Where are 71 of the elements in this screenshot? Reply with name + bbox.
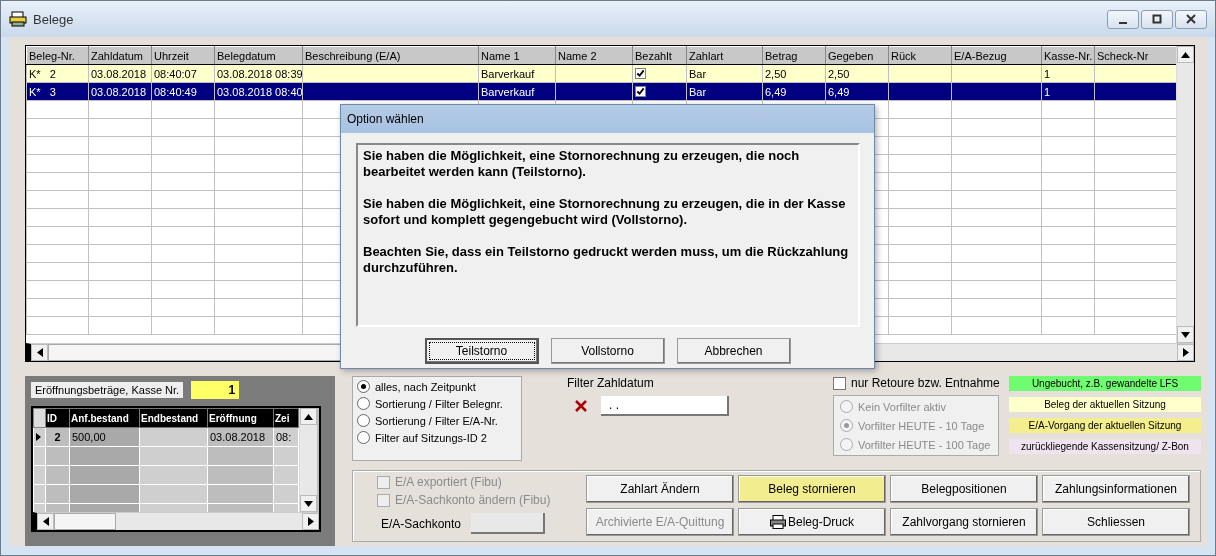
date-filter-label: Filter Zahldatum	[567, 376, 655, 390]
dialog-title: Option wählen	[347, 112, 424, 126]
table-cell: 03.08.2018 08:39	[217, 67, 302, 80]
column-header[interactable]: Zei	[273, 408, 299, 428]
retoure-checkbox[interactable]: nur Retoure bzw. Entnahme	[833, 376, 1009, 390]
table-cell: K* 3	[29, 85, 56, 98]
table-cell: K* 2	[29, 67, 56, 80]
table-cell: 08:	[276, 431, 292, 443]
table-cell: 03.08.2018	[210, 431, 266, 443]
radio-option[interactable]: alles, nach Zeitpunkt	[357, 380, 517, 393]
legend-label: Beleg der aktuellen Sitzung	[1009, 397, 1201, 412]
radio-option[interactable]: Sortierung / Filter Belegnr.	[357, 397, 517, 410]
column-header[interactable]: Belegdatum	[214, 46, 303, 65]
table-cell: 2,50	[765, 67, 787, 80]
table-cell: 03.08.2018 08:40	[217, 85, 302, 98]
radio-option[interactable]: Filter auf Sitzungs-ID 2	[357, 431, 517, 444]
message-text: Beachten Sie, dass ein Teilstorno gedruckt werden muss, um die Rückzahlung durchzuführen.	[363, 244, 850, 276]
dialog-button[interactable]: Teilstorno	[424, 338, 539, 364]
table-cell: 08:40:49	[154, 85, 197, 98]
action-button[interactable]: Zahlvorgang stornieren	[890, 508, 1038, 536]
column-header[interactable]: Endbestand	[139, 408, 208, 428]
window-title: Belege	[33, 11, 74, 27]
table-cell: 03.08.2018	[91, 67, 147, 80]
register-number: 1	[191, 381, 240, 399]
column-header[interactable]: Kasse-Nr.	[1041, 46, 1095, 65]
table-cell: Bar	[689, 67, 707, 80]
table-cell: Barverkauf	[481, 85, 535, 98]
dialog-button[interactable]: Abbrechen	[676, 338, 791, 364]
column-header[interactable]: Name 1	[478, 46, 556, 65]
column-header[interactable]: Name 2	[555, 46, 633, 65]
table-cell: 2	[54, 431, 61, 443]
table-cell: 03.08.2018	[91, 85, 147, 98]
date-field[interactable]: . .	[601, 396, 729, 416]
table-cell: Barverkauf	[481, 67, 535, 80]
message-text: Sie haben die Möglichkeit, eine Stornorechnung zu erzeugen, die noch bearbeitet werden kann (Teilstorno).	[363, 148, 801, 180]
message-text: Sie haben die Möglichkeit, eine Stornorechnung zu erzeugen, die in der Kasse sofort und komplett gegengebucht wird (Vollstorno).	[363, 196, 847, 228]
action-button[interactable]: Zahlungsinformationen	[1042, 475, 1190, 503]
column-header[interactable]: Rück	[888, 46, 952, 65]
column-header[interactable]: Beleg-Nr.	[26, 46, 89, 65]
table-cell: 2,50	[828, 67, 850, 80]
action-button[interactable]: Beleg stornieren	[738, 475, 886, 503]
column-header[interactable]: Betrag	[762, 46, 826, 65]
legend-label: E/A-Vorgang der aktuellen Sitzung	[1009, 418, 1201, 433]
column-header[interactable]: Zahldatum	[88, 46, 152, 65]
account-label: E/A-Sachkonto	[381, 516, 462, 531]
column-header[interactable]: Scheck-Nr	[1094, 46, 1176, 65]
table-cell: 500,00	[72, 431, 106, 443]
table-cell: Bar	[689, 85, 707, 98]
action-button[interactable]: Zahlart Ändern	[586, 475, 734, 503]
column-header[interactable]: Beschreibung (E/A)	[302, 46, 479, 65]
table-cell: 1	[1044, 85, 1051, 98]
column-header[interactable]: E/A-Bezug	[951, 46, 1042, 65]
column-header[interactable]: Zahlart	[686, 46, 763, 65]
action-button[interactable]: Schliessen	[1042, 508, 1190, 536]
radio-option[interactable]: Sortierung / Filter E/A-Nr.	[357, 414, 517, 427]
column-header[interactable]: Anf.bestand	[69, 408, 140, 428]
table-cell: 6,49	[765, 85, 787, 98]
column-header[interactable]: Uhrzeit	[151, 46, 215, 65]
legend-label: Ungebucht, z.B. gewandelte LFS	[1009, 376, 1201, 391]
table-cell: 6,49	[828, 85, 850, 98]
dialog-button[interactable]: Vollstorno	[550, 338, 665, 364]
table-cell: 08:40:07	[154, 67, 197, 80]
action-button[interactable]: Beleg-Druck	[738, 508, 886, 536]
column-header[interactable]: Eröffnung	[207, 408, 274, 428]
column-header[interactable]: Bezahlt	[632, 46, 687, 65]
column-header[interactable]: ID	[45, 408, 70, 428]
column-header[interactable]: Gegeben	[825, 46, 889, 65]
action-button[interactable]: Belegpositionen	[890, 475, 1038, 503]
table-cell: 1	[1044, 67, 1051, 80]
legend-label: zurückliegende Kassensitzung/ Z-Bon	[1009, 439, 1201, 454]
opening-label: Eröffnungsbeträge, Kasse Nr.	[31, 382, 184, 398]
